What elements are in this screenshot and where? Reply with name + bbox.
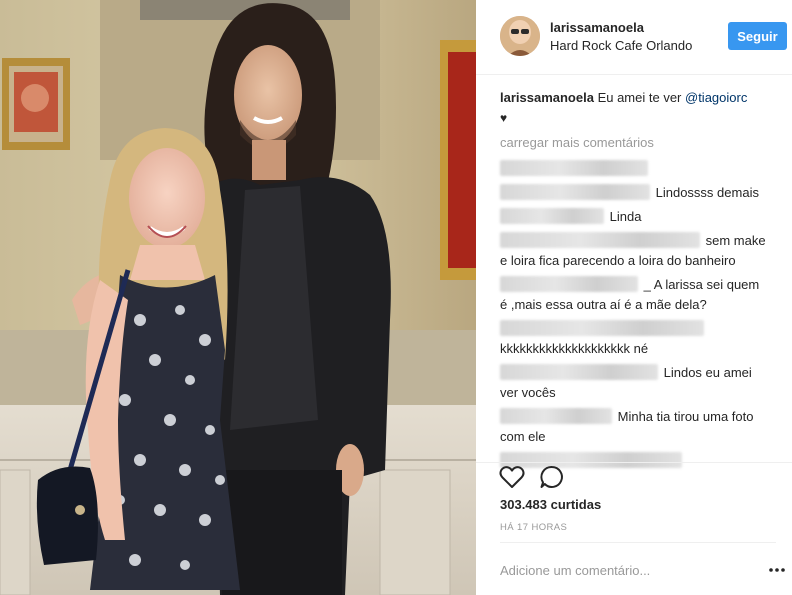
blurred-username[interactable] bbox=[500, 184, 650, 200]
blurred-comment bbox=[500, 320, 704, 336]
comment-text: kkkkkkkkkkkkkkkkkkkk né bbox=[500, 341, 649, 356]
comment-item: Linda bbox=[500, 207, 780, 227]
comment-text: Linda bbox=[609, 209, 642, 224]
comment-divider bbox=[500, 542, 776, 543]
comment-text: com ele bbox=[500, 429, 546, 444]
comment-item: Minha tia tirou uma foto com ele bbox=[500, 407, 780, 447]
photo-illustration bbox=[0, 0, 476, 595]
more-options-button[interactable] bbox=[768, 562, 786, 578]
caption-text: Eu amei te ver bbox=[593, 90, 685, 105]
comment-text: e loira fica parecendo a loira do banhei… bbox=[500, 253, 736, 268]
comment-item bbox=[500, 159, 780, 179]
post-header: larissamanoela Hard Rock Cafe Orlando Se… bbox=[476, 0, 792, 75]
like-button[interactable] bbox=[498, 463, 526, 491]
caption-mention[interactable]: @tiagoiorc bbox=[685, 90, 747, 105]
comment-text: Minha tia tirou uma foto bbox=[617, 409, 754, 424]
comment-text: Lindos eu amei bbox=[663, 365, 752, 380]
likes-count[interactable]: 303.483 curtidas bbox=[500, 497, 601, 512]
speech-bubble-icon bbox=[540, 466, 563, 488]
caption-username[interactable]: larissamanoela bbox=[500, 90, 594, 105]
post-photo bbox=[0, 0, 476, 595]
blurred-username[interactable] bbox=[500, 408, 612, 424]
avatar-image bbox=[500, 16, 540, 56]
blurred-username[interactable] bbox=[500, 364, 658, 380]
comment-item: sem make e loira fica parecendo a loira … bbox=[500, 231, 780, 271]
comment-text: Lindossss demais bbox=[655, 185, 759, 200]
post-timestamp[interactable]: HÁ 17 HORAS bbox=[500, 522, 567, 533]
comment-text: ver vocês bbox=[500, 385, 556, 400]
comment-item: Lindossss demais bbox=[500, 183, 780, 203]
blurred-username[interactable] bbox=[500, 208, 604, 224]
post-author[interactable]: larissamanoela bbox=[550, 20, 644, 35]
add-comment-input[interactable] bbox=[500, 556, 730, 584]
blurred-comment bbox=[500, 452, 682, 468]
comment-text: _ A larissa sei quem bbox=[643, 277, 760, 292]
load-more-comments-link[interactable]: carregar mais comentários bbox=[500, 133, 780, 153]
comment-item: Lindos eu amei ver vocês bbox=[500, 363, 780, 403]
comment-item: _ A larissa sei quem é ,mais essa outra … bbox=[500, 275, 780, 315]
heart-outline-icon bbox=[499, 466, 525, 488]
post-side-panel: larissamanoela Hard Rock Cafe Orlando Se… bbox=[476, 0, 792, 595]
blurred-username[interactable] bbox=[500, 232, 700, 248]
avatar[interactable] bbox=[500, 16, 540, 56]
ellipsis-icon bbox=[769, 568, 785, 572]
blurred-comment bbox=[500, 160, 648, 176]
heart-icon: ♥ bbox=[500, 111, 508, 125]
follow-button[interactable]: Seguir bbox=[728, 22, 787, 50]
comment-item: kkkkkkkkkkkkkkkkkkkk né bbox=[500, 319, 780, 359]
blurred-username[interactable] bbox=[500, 276, 638, 292]
post-caption: larissamanoela Eu amei te ver @tiagoiorc bbox=[500, 88, 780, 108]
comment-button[interactable] bbox=[538, 463, 566, 491]
post-location[interactable]: Hard Rock Cafe Orlando bbox=[550, 38, 692, 53]
comment-text: sem make bbox=[705, 233, 766, 248]
comment-text: é ,mais essa outra aí é a mãe dela? bbox=[500, 297, 707, 312]
comments-list: larissamanoela Eu amei te ver @tiagoiorc… bbox=[500, 88, 780, 471]
